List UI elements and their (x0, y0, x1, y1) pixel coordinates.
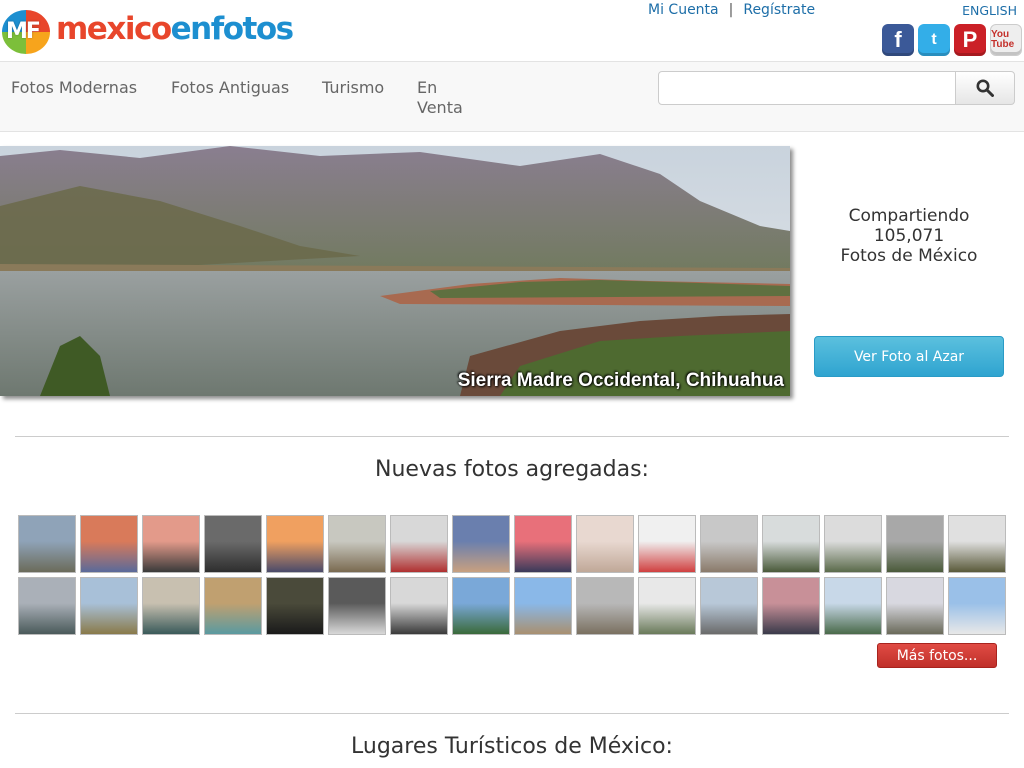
search-button[interactable] (955, 71, 1015, 105)
photo-thumbnail[interactable] (18, 577, 76, 635)
photo-thumbnail[interactable] (824, 515, 882, 573)
sharing-line-1: Compartiendo (848, 206, 970, 226)
photo-thumbnail[interactable] (390, 515, 448, 573)
sharing-line-3: Fotos de México (840, 246, 978, 266)
nav-item-fotos-antiguas[interactable]: Fotos Antiguas (171, 78, 289, 98)
thumbnail-grid (18, 515, 1008, 639)
photo-thumbnail[interactable] (576, 577, 634, 635)
pinterest-icon[interactable]: P (954, 24, 986, 56)
nav-item-en-venta[interactable]: En Venta (417, 78, 467, 118)
language-link[interactable]: ENGLISH (962, 3, 1017, 18)
logo-text: mexicoenfotos (56, 11, 294, 47)
photo-thumbnail[interactable] (328, 577, 386, 635)
photo-thumbnail[interactable] (142, 515, 200, 573)
photo-count-text: Compartiendo 105,071 Fotos de México (812, 206, 1006, 266)
random-photo-button[interactable]: Ver Foto al Azar (814, 336, 1004, 377)
photo-thumbnail[interactable] (80, 515, 138, 573)
photo-thumbnail[interactable] (700, 577, 758, 635)
photo-thumbnail[interactable] (762, 577, 820, 635)
nav-bar: Fotos Modernas Fotos Antiguas Turismo En… (0, 61, 1024, 132)
places-title: Lugares Turísticos de México: (351, 734, 673, 759)
photo-thumbnail[interactable] (762, 515, 820, 573)
photo-thumbnail[interactable] (452, 577, 510, 635)
photo-thumbnail[interactable] (266, 515, 324, 573)
photo-thumbnail[interactable] (328, 515, 386, 573)
photo-thumbnail[interactable] (700, 515, 758, 573)
register-link[interactable]: Regístrate (743, 2, 815, 18)
nav-item-turismo[interactable]: Turismo (322, 78, 384, 98)
photo-thumbnail[interactable] (638, 515, 696, 573)
search-icon (976, 79, 994, 97)
divider (15, 436, 1009, 437)
photo-thumbnail[interactable] (824, 577, 882, 635)
logo-badge: MF (2, 8, 52, 54)
photo-thumbnail[interactable] (948, 515, 1006, 573)
account-separator: | (728, 2, 734, 18)
search-input[interactable] (658, 71, 956, 105)
photo-thumbnail[interactable] (204, 577, 262, 635)
divider (15, 713, 1009, 714)
youtube-icon[interactable]: You Tube (990, 24, 1022, 56)
sharing-count: 105,071 (873, 226, 945, 246)
facebook-icon[interactable]: f (882, 24, 914, 56)
thumbnail-row (18, 577, 1008, 635)
photo-thumbnail[interactable] (452, 515, 510, 573)
photo-thumbnail[interactable] (948, 577, 1006, 635)
logo-badge-text: MF (6, 19, 41, 44)
photo-thumbnail[interactable] (514, 515, 572, 573)
my-account-link[interactable]: Mi Cuenta (648, 2, 719, 18)
twitter-icon[interactable]: t (918, 24, 950, 56)
hero-landscape (0, 146, 790, 396)
account-links: Mi Cuenta | Regístrate (648, 2, 815, 18)
photo-thumbnail[interactable] (266, 577, 324, 635)
photo-thumbnail[interactable] (204, 515, 262, 573)
photo-thumbnail[interactable] (886, 577, 944, 635)
photo-thumbnail[interactable] (638, 577, 696, 635)
photo-thumbnail[interactable] (18, 515, 76, 573)
more-photos-button[interactable]: Más fotos... (877, 643, 997, 668)
photo-thumbnail[interactable] (514, 577, 572, 635)
social-links: f t P You Tube (882, 24, 1022, 56)
photo-thumbnail[interactable] (80, 577, 138, 635)
photo-thumbnail[interactable] (390, 577, 448, 635)
thumbnail-row (18, 515, 1008, 573)
photo-thumbnail[interactable] (576, 515, 634, 573)
new-photos-title: Nuevas fotos agregadas: (375, 457, 649, 482)
site-logo[interactable]: MF mexicoenfotos (2, 6, 294, 56)
nav-item-fotos-modernas[interactable]: Fotos Modernas (11, 78, 137, 98)
hero-caption: Sierra Madre Occidental, Chihuahua (457, 370, 784, 391)
hero-image[interactable]: Sierra Madre Occidental, Chihuahua (0, 146, 790, 396)
photo-thumbnail[interactable] (886, 515, 944, 573)
photo-thumbnail[interactable] (142, 577, 200, 635)
